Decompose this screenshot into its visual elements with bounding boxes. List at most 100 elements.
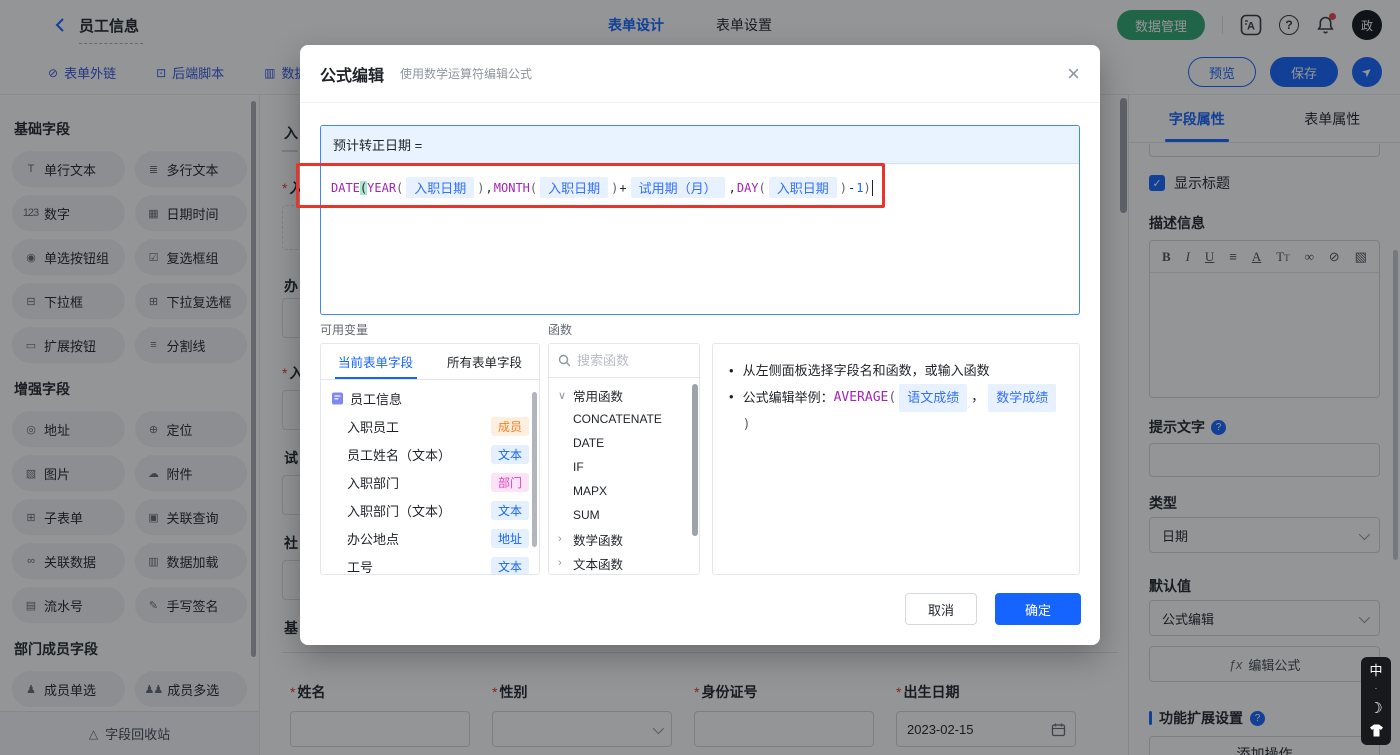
formula-token: ) xyxy=(863,180,871,195)
formula-token: , xyxy=(485,180,493,195)
variable-type-badge: 部门 xyxy=(490,472,529,492)
variable-type-badge: 文本 xyxy=(490,444,529,464)
function-item[interactable]: CONCATENATE xyxy=(549,407,699,431)
variable-name: 入职部门 xyxy=(347,475,400,491)
function-group[interactable]: › 文本函数 xyxy=(549,551,699,574)
variable-item[interactable]: 员工姓名（文本） 文本 xyxy=(321,440,539,468)
formula-input-area[interactable]: DATE(YEAR(入职日期), MONTH(入职日期) + 试用期（月）, DAY(入… xyxy=(321,164,1079,211)
variable-type-badge: 文本 xyxy=(490,556,529,574)
chevron-right-icon: › xyxy=(558,533,562,545)
function-item[interactable]: DATE xyxy=(549,431,699,455)
formula-token: ( xyxy=(529,180,538,195)
formula-token: YEAR xyxy=(367,180,397,195)
formula-token: ) xyxy=(839,180,848,195)
formula-token: 入职日期 xyxy=(768,177,837,198)
formula-token: ) xyxy=(477,180,485,195)
help-tip: • 从左侧面板选择字段名和函数，或输入函数 xyxy=(729,358,1063,384)
variable-name: 入职员工 xyxy=(347,419,400,435)
formula-token: 试用期（月） xyxy=(630,177,725,198)
formula-token: 1 xyxy=(856,180,864,195)
formula-token: 数学成绩 xyxy=(988,384,1057,412)
language-toggle[interactable]: 中 xyxy=(1369,664,1382,677)
function-item[interactable]: SUM xyxy=(549,503,699,527)
function-item[interactable]: MAPX xyxy=(549,479,699,503)
formula-token: ( xyxy=(888,390,897,405)
function-group-label: 数学函数 xyxy=(573,533,624,548)
variables-list: 员工信息 入职员工 成员 员工姓名（文本） 文本 入职部门 部门 入职部门（文本… xyxy=(321,380,539,575)
form-root-item[interactable]: 员工信息 xyxy=(321,384,539,412)
formula-help-panel: • 从左侧面板选择字段名和函数，或输入函数 • 公式编辑举例： AVERAGE(… xyxy=(712,343,1080,575)
formula-token: MONTH xyxy=(493,180,530,195)
function-tree: ∨ 常用函数 CONCATENATE DATE IF MAPX SUM › 数学函数 ›… xyxy=(549,378,699,574)
variable-name: 工号 xyxy=(347,559,374,575)
formula-editor: 预计转正日期 = DATE(YEAR(入职日期), MONTH(入职日期) + 试用期… xyxy=(320,125,1080,315)
variable-item[interactable]: 工号 文本 xyxy=(321,552,539,575)
variable-name: 入职部门（文本） xyxy=(347,503,452,519)
formula-target: 预计转正日期 = xyxy=(321,126,1079,164)
search-icon xyxy=(558,354,571,367)
modal-title: 公式编辑 xyxy=(320,67,385,85)
formula-token: DATE xyxy=(331,180,360,195)
functions-scrollbar[interactable] xyxy=(692,384,698,536)
variable-item[interactable]: 入职部门（文本） 文本 xyxy=(321,496,539,524)
modal-header: 公式编辑 使用数学运算符编辑公式 × xyxy=(300,45,1100,103)
formula-token: ( xyxy=(758,180,766,195)
formula-token: 入职日期 xyxy=(406,177,475,198)
formula-token: DAY xyxy=(736,180,759,195)
variable-type-badge: 地址 xyxy=(490,528,529,548)
function-group-common[interactable]: ∨ 常用函数 xyxy=(549,383,699,407)
formula-token: ( xyxy=(396,180,404,195)
variables-scrollbar[interactable] xyxy=(532,392,537,547)
screen: 员工信息 表单设计 表单设置 数据管理 A ? 政 ⊘ 表单外链 ⊡ 后端脚本 … xyxy=(0,0,1400,755)
function-group-label: 文本函数 xyxy=(573,557,624,572)
formula-token: ) xyxy=(742,417,751,432)
tab-current-form-fields[interactable]: 当前表单字段 xyxy=(321,344,430,379)
bullet-icon: • xyxy=(729,363,734,378)
formula-token: ， xyxy=(971,390,985,405)
form-root-label: 员工信息 xyxy=(350,391,403,407)
variables-tabs: 当前表单字段 所有表单字段 xyxy=(321,344,539,380)
formula-token xyxy=(871,179,874,196)
tab-all-form-fields[interactable]: 所有表单字段 xyxy=(430,344,539,379)
help-example: • 公式编辑举例： AVERAGE(语文成绩，数学成绩) xyxy=(729,384,1063,438)
function-item[interactable]: IF xyxy=(549,455,699,479)
formula-token: + xyxy=(619,180,627,195)
modal-subtitle: 使用数学运算符编辑公式 xyxy=(400,67,533,81)
variable-name: 员工姓名（文本） xyxy=(347,447,452,463)
confirm-button[interactable]: 确定 xyxy=(995,593,1081,625)
functions-label: 函数 xyxy=(548,323,573,337)
function-search xyxy=(549,344,699,378)
help-example-prefix: 公式编辑举例： xyxy=(742,390,834,405)
floating-toolbar: 中 · ☽ xyxy=(1361,657,1391,745)
chevron-down-icon: ∨ xyxy=(558,389,567,402)
variable-type-badge: 文本 xyxy=(490,500,529,520)
variable-item[interactable]: 入职员工 成员 xyxy=(321,412,539,440)
formula-token: ( xyxy=(359,180,368,195)
chevron-right-icon: › xyxy=(558,557,562,569)
functions-panel: ∨ 常用函数 CONCATENATEDATEIFMAPXSUM › 数学函数 ›… xyxy=(548,343,700,575)
formula-token: , xyxy=(728,180,736,195)
formula-edit-modal: 公式编辑 使用数学运算符编辑公式 × 预计转正日期 = DATE(YEAR(入职… xyxy=(300,45,1100,645)
bullet-icon: • xyxy=(729,389,734,404)
dark-mode-icon[interactable]: ☽ xyxy=(1369,701,1382,716)
document-icon xyxy=(332,392,343,404)
cancel-button[interactable]: 取消 xyxy=(905,593,977,625)
variable-type-badge: 成员 xyxy=(490,416,529,436)
formula-token: AVERAGE xyxy=(833,390,889,405)
help-example-tokens: 公式编辑举例： AVERAGE(语文成绩，数学成绩) xyxy=(743,384,1063,438)
function-group[interactable]: › 数学函数 xyxy=(549,527,699,551)
dot-icon: · xyxy=(1374,684,1378,693)
variable-name: 办公地点 xyxy=(347,531,400,547)
formula-token: 入职日期 xyxy=(540,177,609,198)
close-icon[interactable]: × xyxy=(1067,62,1080,85)
variable-item[interactable]: 办公地点 地址 xyxy=(321,524,539,552)
available-variables-label: 可用变量 xyxy=(320,323,369,337)
function-search-input[interactable] xyxy=(577,353,677,368)
help-tip-text: 从左侧面板选择字段名和函数，或输入函数 xyxy=(742,363,990,378)
formula-token: 语文成绩 xyxy=(899,384,968,412)
variables-panel: 当前表单字段 所有表单字段 员工信息 入职员工 成员 员工姓名（文本） 文本 入… xyxy=(320,343,540,575)
function-group-label: 常用函数 xyxy=(573,389,624,404)
formula-token: - xyxy=(848,180,856,195)
theme-shirt-icon[interactable] xyxy=(1369,724,1384,737)
variable-item[interactable]: 入职部门 部门 xyxy=(321,468,539,496)
